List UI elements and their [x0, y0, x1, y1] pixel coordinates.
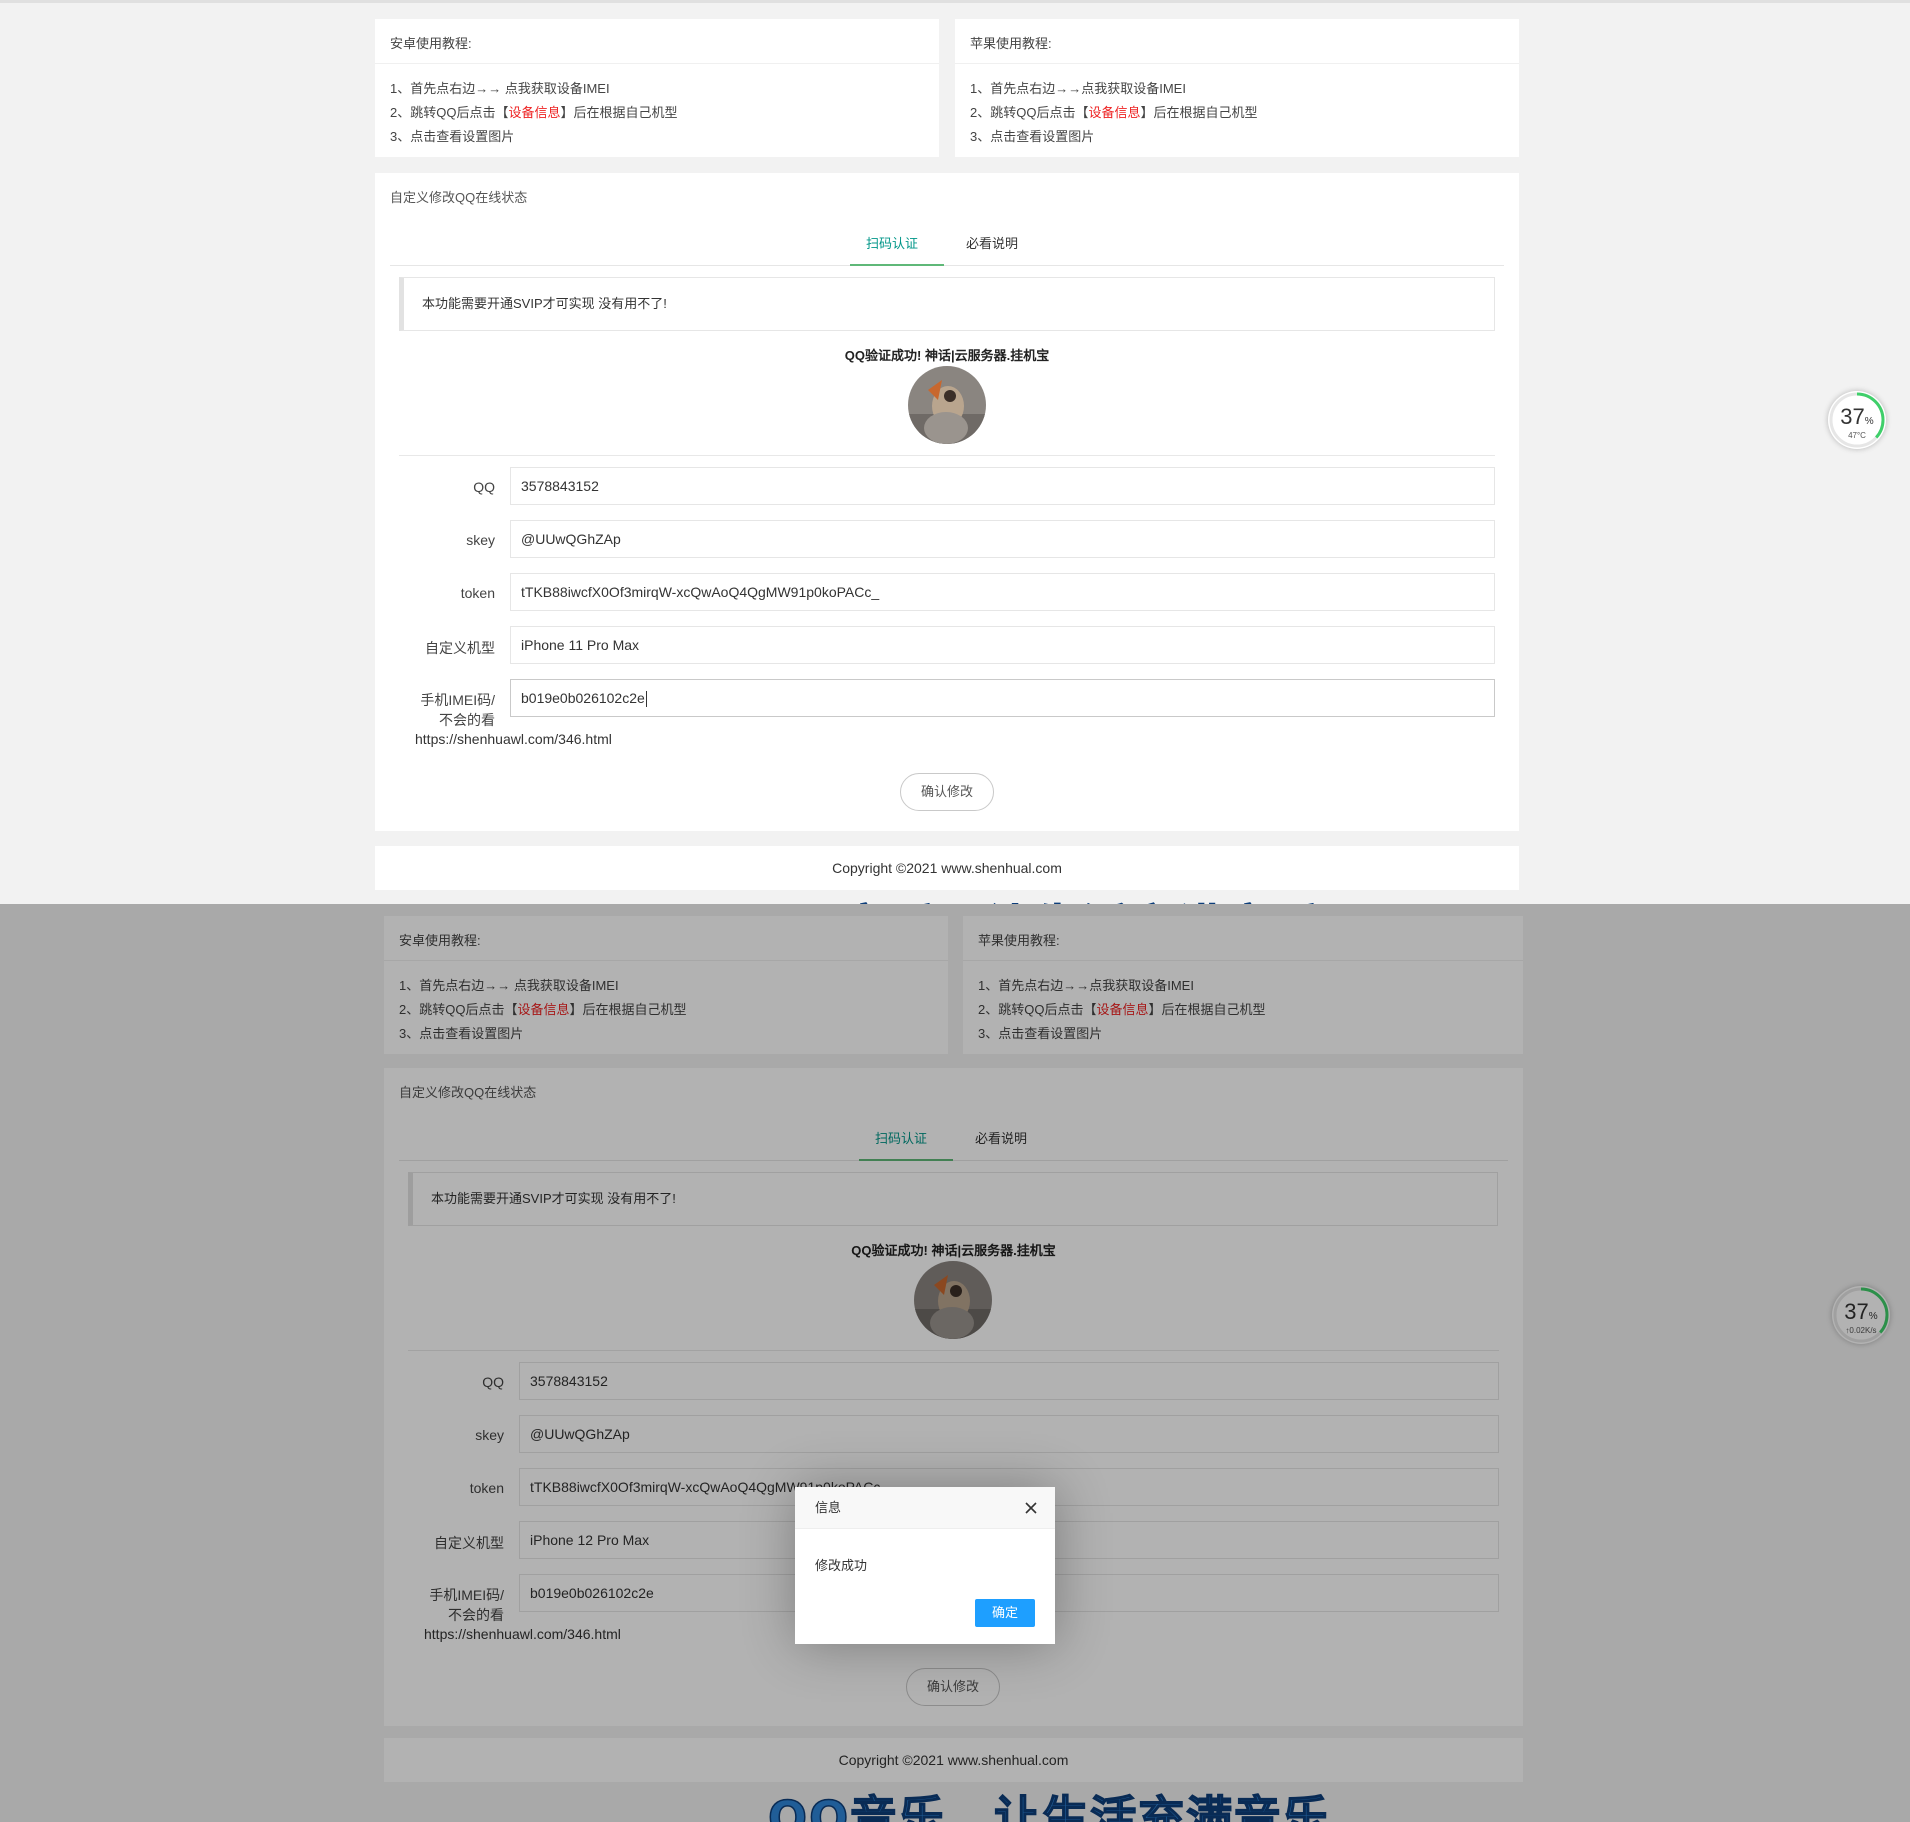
tab-must-read[interactable]: 必看说明 [966, 233, 1018, 252]
svip-notice: 本功能需要开通SVIP才可实现 没有用不了! [399, 277, 1495, 331]
skey-label: skey [466, 532, 495, 548]
android-step-1[interactable]: 1、首先点右边→→ 点我获取设备IMEI [390, 77, 678, 101]
confirm-modify-button[interactable]: 确认修改 [900, 773, 994, 811]
section-title: 自定义修改QQ在线状态 [390, 190, 528, 205]
apple-tutorial-card: 苹果使用教程: 1、首先点右边→→点我获取设备IMEI 2、跳转QQ后点击【设备… [955, 19, 1519, 157]
screenshot-after: 安卓使用教程: 1、首先点右边→→ 点我获取设备IMEI 2、跳转QQ后点击【设… [0, 904, 1910, 1822]
footer-copyright: Copyright ©2021 www.shenhual.com [375, 846, 1519, 890]
tab-active-indicator [850, 264, 944, 266]
close-icon[interactable] [1021, 1498, 1041, 1518]
android-tutorial-card: 安卓使用教程: 1、首先点右边→→ 点我获取设备IMEI 2、跳转QQ后点击【设… [375, 19, 939, 157]
dialog-ok-button[interactable]: 确定 [975, 1599, 1035, 1627]
android-card-title: 安卓使用教程: [390, 36, 472, 51]
verified-message: QQ验证成功! 神话|云服务器.挂机宝 [844, 348, 1050, 363]
token-label: token [460, 585, 495, 601]
gauge-percent: 37% [1840, 404, 1874, 429]
apple-step-1[interactable]: 1、首先点右边→→点我获取设备IMEI [970, 77, 1258, 101]
dialog-message: 修改成功 [815, 1558, 868, 1573]
qq-input[interactable]: 3578843152 [510, 467, 1495, 505]
tab-scan-auth[interactable]: 扫码认证 [866, 233, 918, 252]
divider [399, 455, 1495, 456]
android-step-3[interactable]: 3、点击查看设置图片 [390, 125, 678, 149]
imei-input[interactable]: b019e0b026102c2e [510, 679, 1495, 717]
avatar [908, 366, 986, 444]
skey-input[interactable]: @UUwQGhZAp [510, 520, 1495, 558]
apple-step-2: 2、跳转QQ后点击【设备信息】后在根据自己机型 [970, 105, 1258, 120]
model-label: 自定义机型 [425, 640, 495, 656]
tab-bar: 扫码认证 必看说明 [390, 225, 1504, 266]
apple-step-3[interactable]: 3、点击查看设置图片 [970, 125, 1258, 149]
model-input[interactable]: iPhone 11 Pro Max [510, 626, 1495, 664]
gauge-temperature: 47°C [1848, 431, 1866, 440]
screenshot-before: 安卓使用教程: 1、首先点右边→→ 点我获取设备IMEI 2、跳转QQ后点击【设… [0, 0, 1910, 904]
qq-music-banner: QQ音乐，让生活充满音乐 [759, 891, 1322, 904]
qq-label: QQ [473, 479, 495, 495]
imei-label: 手机IMEI码/不会的看 [420, 692, 495, 728]
divider [955, 63, 1519, 64]
modal-overlay[interactable] [0, 904, 1910, 1822]
android-steps: 1、首先点右边→→ 点我获取设备IMEI 2、跳转QQ后点击【设备信息】后在根据… [390, 77, 678, 149]
info-dialog: 信息 修改成功 确定 [795, 1487, 1055, 1644]
token-input[interactable]: tTKB88iwcfX0Of3mirqW-xcQwAoQ4QgMW91p0koP… [510, 573, 1495, 611]
apple-card-title: 苹果使用教程: [970, 36, 1052, 51]
text-caret [645, 691, 647, 708]
divider [375, 63, 939, 64]
dialog-title: 信息 [795, 1487, 1055, 1529]
system-monitor-gauge[interactable]: 37% 47°C [1828, 391, 1886, 449]
device-info-link[interactable]: 设备信息 [508, 105, 560, 120]
android-step-2: 2、跳转QQ后点击【设备信息】后在根据自己机型 [390, 105, 678, 120]
status-form-panel: 自定义修改QQ在线状态 扫码认证 必看说明 本功能需要开通SVIP才可实现 没有… [375, 173, 1519, 831]
apple-steps: 1、首先点右边→→点我获取设备IMEI 2、跳转QQ后点击【设备信息】后在根据自… [970, 77, 1258, 149]
device-info-link[interactable]: 设备信息 [1088, 105, 1140, 120]
help-url-link[interactable]: https://shenhuawl.com/346.html [415, 731, 612, 747]
